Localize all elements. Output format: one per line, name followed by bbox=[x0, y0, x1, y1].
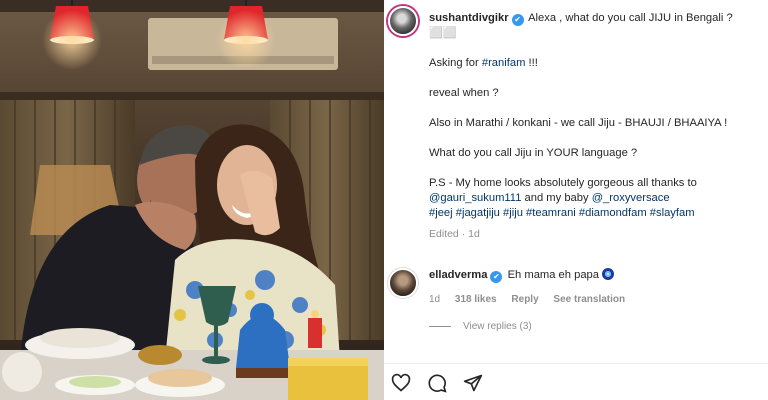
caption-emoji: ⬜⬜ bbox=[429, 27, 457, 39]
post-photo bbox=[0, 0, 384, 400]
comment-actions: 1d 318 likes Reply See translation bbox=[429, 292, 764, 307]
comment-text: Eh mama eh papa bbox=[507, 269, 600, 281]
edited-timestamp: Edited · 1d bbox=[429, 228, 480, 240]
asking-suffix: !!! bbox=[528, 57, 538, 69]
comment-icon[interactable] bbox=[426, 372, 448, 394]
see-translation-button[interactable]: See translation bbox=[553, 294, 625, 305]
comment-time: 1d bbox=[429, 294, 441, 305]
commenter-username[interactable]: elladverma bbox=[429, 269, 487, 281]
language-question: What do you call Jiju in YOUR language ? bbox=[429, 147, 638, 159]
ps-middle: and my baby bbox=[524, 192, 589, 204]
caption-first-line: Alexa , what do you call JIJU in Bengali… bbox=[528, 12, 733, 24]
hashtags-list[interactable]: #jeej #jagatjiju #jiju #teamrani #diamon… bbox=[429, 207, 695, 219]
mention-roxy[interactable]: @_roxyversace bbox=[592, 192, 670, 204]
share-icon[interactable] bbox=[462, 372, 484, 394]
replies-divider-line bbox=[429, 326, 451, 327]
marathi-line: Also in Marathi / konkani - we call Jiju… bbox=[429, 117, 728, 129]
view-replies-button[interactable]: View replies (3) bbox=[429, 321, 532, 332]
reveal-line: reveal when ? bbox=[429, 87, 499, 99]
verified-badge-icon: ✔ bbox=[511, 14, 524, 26]
nazar-evil-eye-icon bbox=[602, 268, 615, 280]
hashtag-ranifam[interactable]: #ranifam bbox=[482, 57, 526, 69]
comment-item: elladverma ✔ Eh mama eh papa 1d 318 likes… bbox=[429, 268, 764, 307]
verified-badge-icon: ✔ bbox=[490, 271, 503, 283]
heart-icon[interactable] bbox=[390, 372, 412, 394]
post-actions-bar bbox=[390, 372, 484, 394]
asking-prefix: Asking for bbox=[429, 57, 479, 69]
actions-divider bbox=[384, 363, 768, 364]
post-details-panel: sushantdivgikr ✔ Alexa , what do you call… bbox=[384, 0, 768, 400]
author-username[interactable]: sushantdivgikr bbox=[429, 12, 509, 24]
comment-likes[interactable]: 318 likes bbox=[455, 294, 497, 305]
reply-button[interactable]: Reply bbox=[511, 294, 538, 305]
commenter-avatar[interactable] bbox=[388, 268, 418, 298]
mention-gauri[interactable]: @gauri_sukum111 bbox=[429, 192, 521, 204]
author-avatar[interactable] bbox=[388, 6, 418, 36]
view-replies-label: View replies (3) bbox=[463, 321, 532, 332]
post-caption: sushantdivgikr ✔ Alexa , what do you call… bbox=[429, 11, 764, 242]
ps-line: P.S - My home looks absolutely gorgeous … bbox=[429, 177, 697, 189]
